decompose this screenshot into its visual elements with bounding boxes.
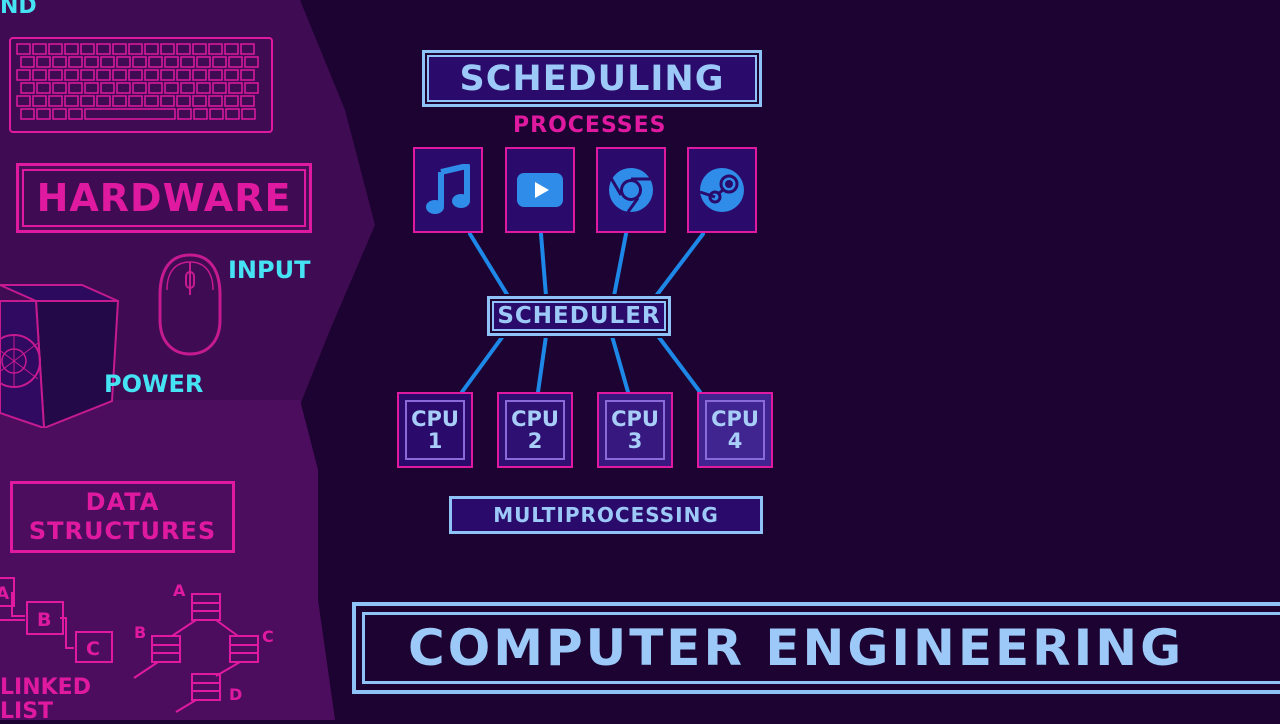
cpu-1-label: CPU (411, 407, 459, 431)
cpu-3-inner: CPU 3 (605, 400, 665, 460)
process-chrome (596, 147, 666, 233)
banner-title: COMPUTER ENGINEERING (408, 619, 1185, 677)
scheduler-label: SCHEDULER (497, 303, 661, 329)
chrome-icon (609, 168, 653, 213)
multiprocessing-box: MULTIPROCESSING (449, 496, 763, 534)
cpu-2: CPU 2 (497, 392, 573, 468)
cpu-2-number: 2 (527, 429, 543, 453)
process-music (413, 147, 483, 233)
cpu-2-label: CPU (511, 407, 559, 431)
cpu-1-number: 1 (427, 429, 443, 453)
music-icon (426, 164, 470, 214)
cpu-3: CPU 3 (597, 392, 673, 468)
scheduling-title-box: SCHEDULING (420, 48, 764, 109)
scheduling-title: SCHEDULING (459, 58, 725, 99)
process-youtube (505, 147, 575, 233)
process-steam (687, 147, 757, 233)
cpu-4-number: 4 (727, 429, 743, 453)
cpu-2-inner: CPU 2 (505, 400, 565, 460)
steam-icon (699, 168, 744, 212)
cpu-1: CPU 1 (397, 392, 473, 468)
cpu-4: CPU 4 (697, 392, 773, 468)
canvas: ND HARDWARE INPUT POWER DATA STRUCTURES (0, 0, 1280, 724)
processes-label: PROCESSES (513, 113, 667, 138)
cpu-4-label: CPU (711, 407, 759, 431)
scheduler-box: SCHEDULER (485, 294, 673, 338)
cpu-3-number: 3 (627, 429, 643, 453)
cpu-3-label: CPU (611, 407, 659, 431)
youtube-icon (517, 173, 563, 207)
multiprocessing-label: MULTIPROCESSING (493, 503, 719, 527)
computer-engineering-banner: COMPUTER ENGINEERING (352, 602, 1280, 694)
cpu-1-inner: CPU 1 (405, 400, 465, 460)
cpu-4-inner: CPU 4 (705, 400, 765, 460)
